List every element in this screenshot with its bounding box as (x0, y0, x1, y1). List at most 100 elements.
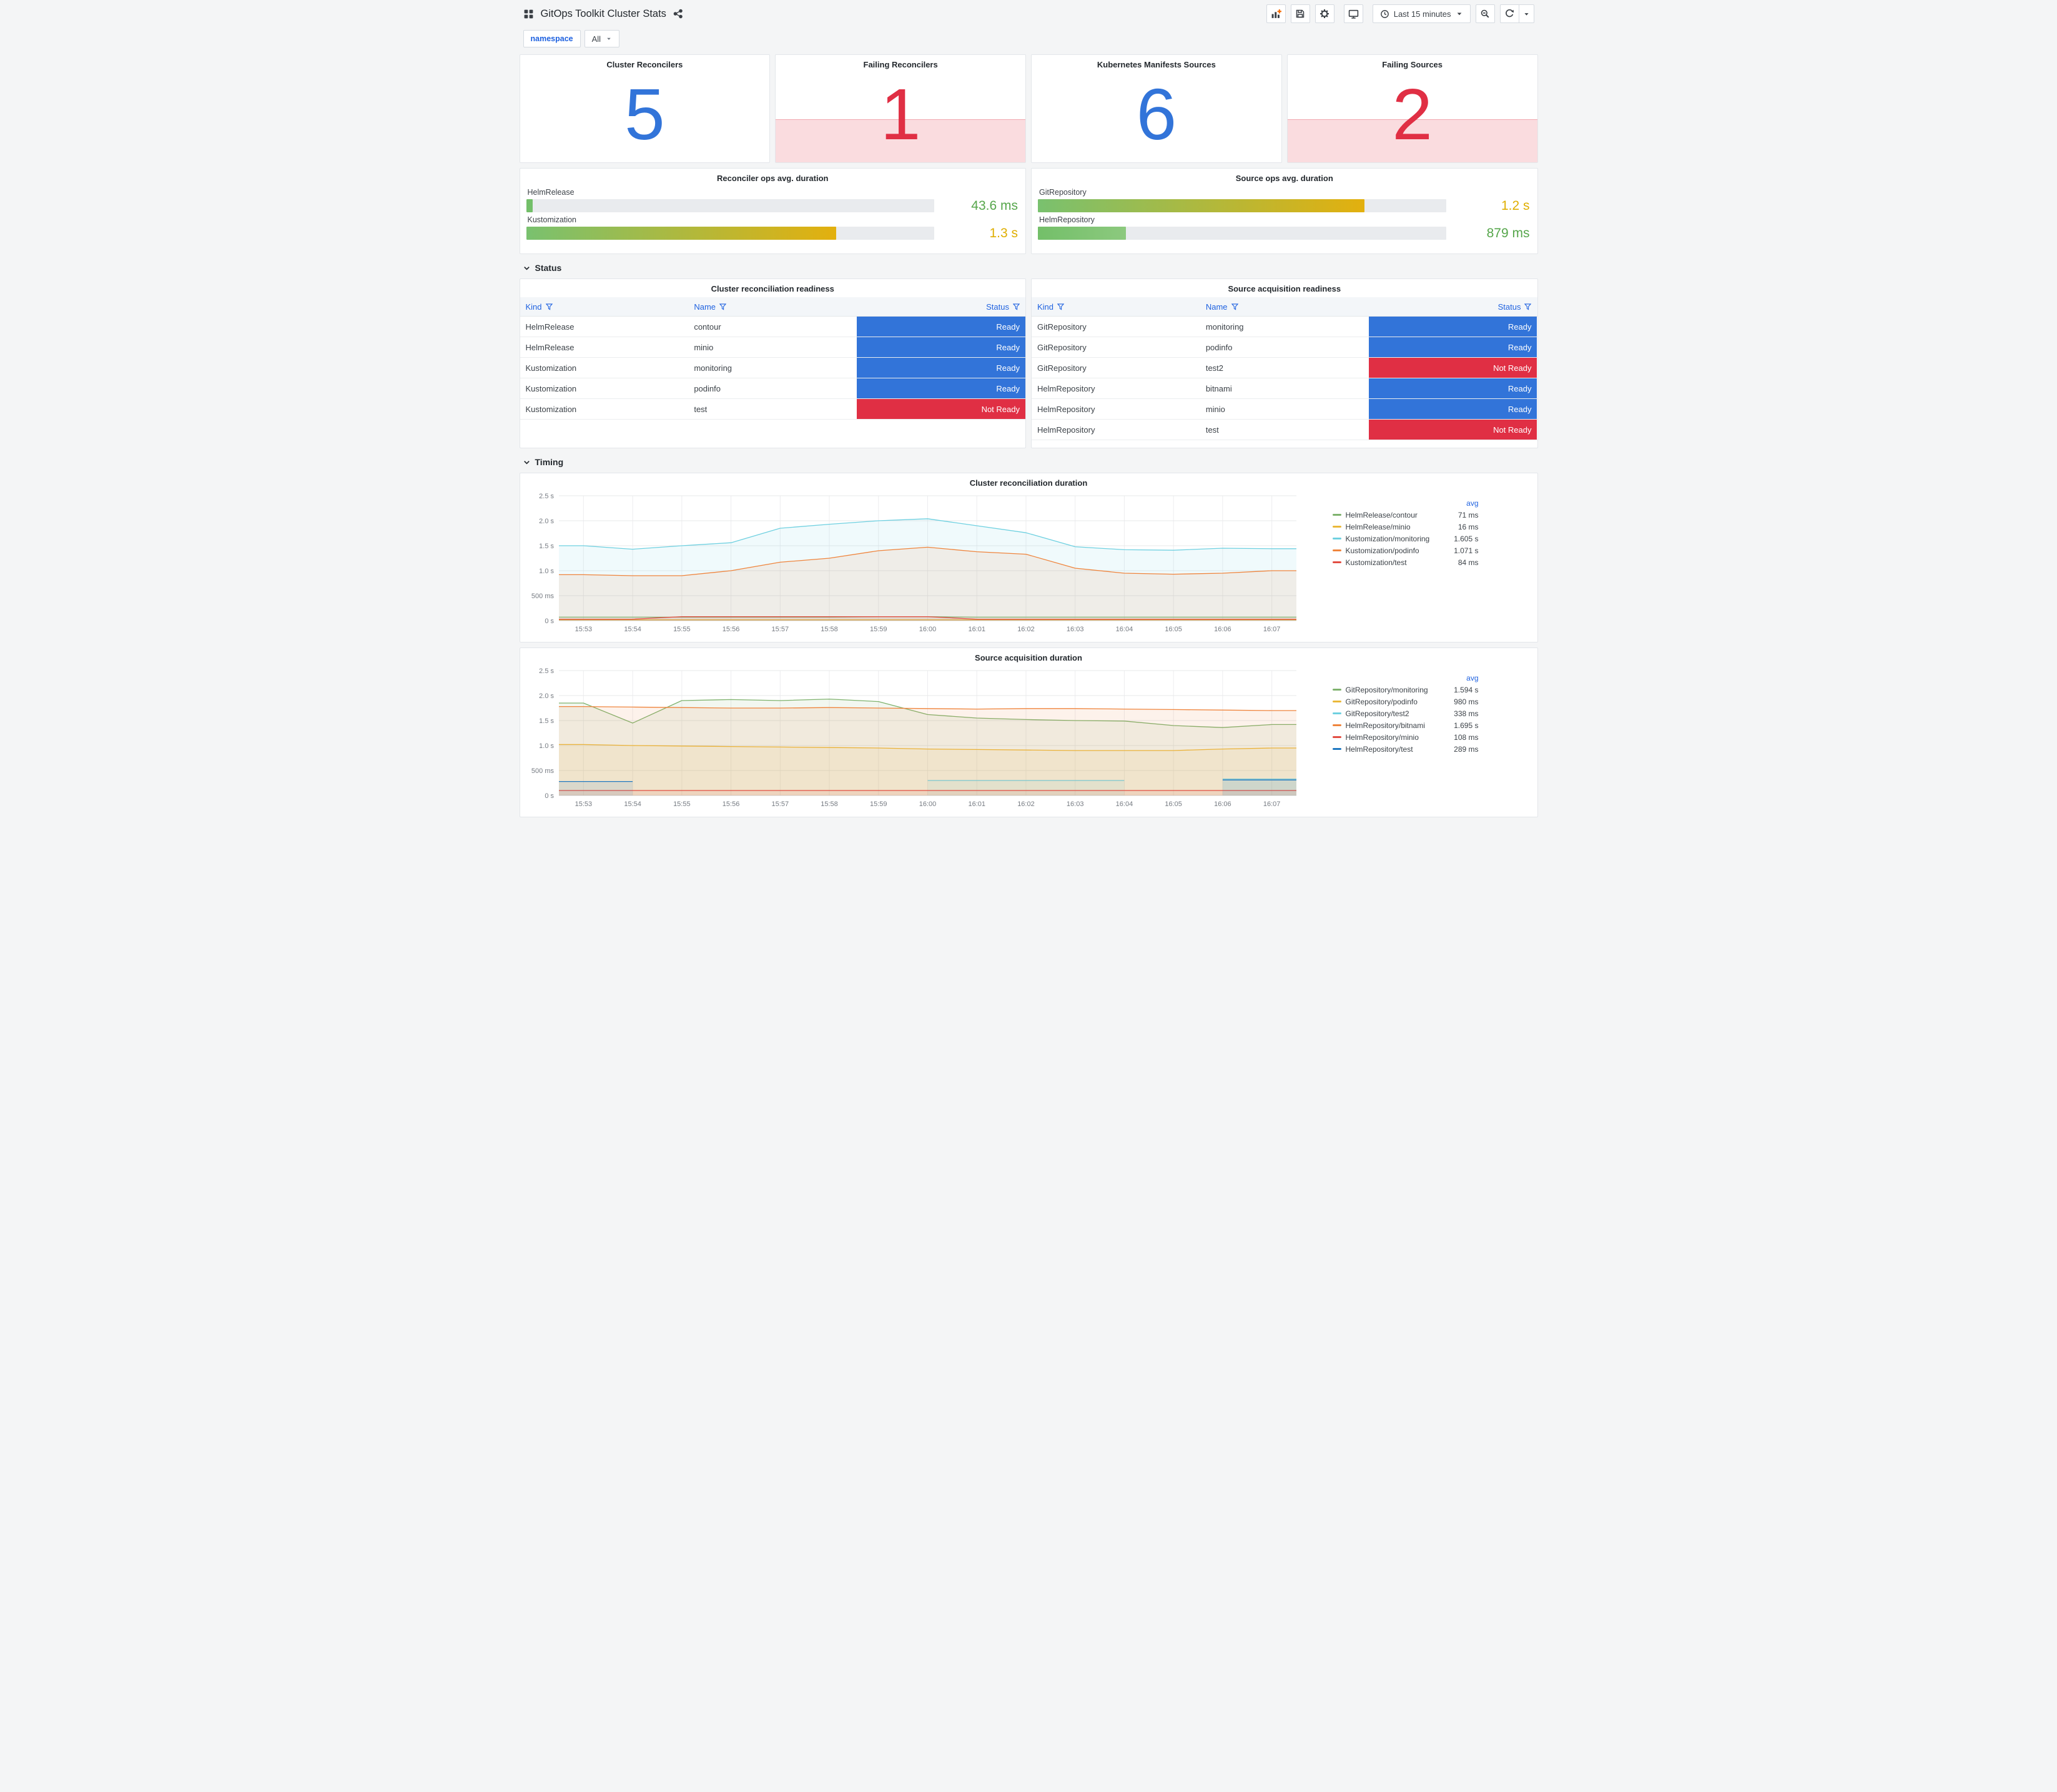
panel-title[interactable]: Reconciler ops avg. duration (526, 169, 1020, 185)
x-tick-label: 15:57 (771, 626, 789, 633)
legend-avg-value: 84 ms (1458, 558, 1479, 567)
column-header-kind[interactable]: Kind (1032, 297, 1200, 316)
legend-series-name: HelmRelease/minio (1345, 522, 1411, 531)
column-header-kind[interactable]: Kind (520, 297, 689, 316)
y-tick-label: 2.0 s (539, 518, 554, 525)
refresh-button[interactable] (1499, 4, 1519, 23)
time-range-picker[interactable]: Last 15 minutes (1372, 4, 1471, 23)
legend-avg-header[interactable]: avg (1443, 499, 1478, 508)
panel-title[interactable]: Cluster reconciliation duration (525, 473, 1532, 490)
column-header-status[interactable]: Status (857, 297, 1025, 316)
column-header-name[interactable]: Name (1200, 297, 1369, 316)
filter-icon (719, 303, 727, 310)
legend-avg-value: 1.071 s (1454, 546, 1479, 555)
legend-series-toggle[interactable]: HelmRepository/bitnami (1332, 721, 1443, 730)
panel-title[interactable]: Source ops avg. duration (1038, 169, 1531, 185)
legend-series-toggle[interactable]: GitRepository/monitoring (1332, 685, 1443, 694)
legend-avg-value: 1.695 s (1454, 721, 1479, 730)
x-tick-label: 16:01 (968, 800, 985, 808)
stat-value: 1 (880, 74, 921, 155)
add-panel-button[interactable] (1266, 4, 1286, 23)
cell-name: podinfo (694, 383, 721, 393)
add-panel-icon (1271, 9, 1281, 18)
time-series-plot[interactable]: 15:53 15:54 15:55 15:56 15:57 15:58 15:59 16:00… (525, 490, 1303, 638)
row-toggle-status[interactable]: Status (523, 263, 561, 273)
cell-name: monitoring (1205, 322, 1244, 332)
legend-series-toggle[interactable]: HelmRelease/contour (1332, 511, 1443, 519)
table-header-row: Kind Name Status (1032, 297, 1537, 317)
x-tick-label: 15:54 (624, 626, 641, 633)
panel-title[interactable]: Source acquisition duration (525, 648, 1532, 664)
legend-series-toggle[interactable]: Kustomization/monitoring (1332, 534, 1443, 543)
chevron-down-icon (523, 460, 530, 465)
y-tick-label: 2.5 s (539, 493, 554, 500)
share-icon[interactable] (673, 9, 683, 19)
status-cell: Ready (857, 317, 1025, 337)
refresh-interval-dropdown[interactable] (1519, 4, 1534, 23)
y-tick-label: 2.5 s (539, 667, 554, 675)
zoom-out-icon (1481, 9, 1489, 18)
panel-title[interactable]: Source acquisition readiness (1032, 279, 1537, 295)
dashboard-title: GitOps Toolkit Cluster Stats (540, 7, 666, 19)
panel-title[interactable]: Cluster reconciliation readiness (520, 279, 1026, 295)
legend-series-toggle[interactable]: GitRepository/podinfo (1332, 697, 1443, 706)
legend-series-name: HelmRepository/bitnami (1345, 721, 1425, 730)
x-tick-label: 16:01 (968, 626, 985, 633)
legend-header-row: avg (1333, 672, 1478, 684)
legend-series-toggle[interactable]: GitRepository/test2 (1332, 709, 1443, 718)
time-series-plot[interactable]: 15:53 15:54 15:55 15:56 15:57 15:58 15:59 16:00… (525, 664, 1303, 813)
stat-value: 5 (624, 74, 665, 155)
y-tick-label: 0 s (545, 618, 554, 625)
cell-kind: Kustomization (525, 383, 577, 393)
monitor-icon (1348, 9, 1358, 19)
legend-avg-value: 980 ms (1454, 697, 1479, 706)
status-cell: Ready (857, 358, 1025, 378)
gear-icon (1320, 9, 1329, 18)
table-row: HelmRelease minio Ready (520, 337, 1025, 358)
legend-item: HelmRelease/minio 16 ms (1332, 521, 1479, 533)
legend-series-toggle[interactable]: HelmRepository/minio (1332, 733, 1443, 742)
table-row: Kustomization podinfo Ready (520, 378, 1025, 399)
x-tick-label: 16:03 (1066, 800, 1083, 808)
x-tick-label: 16:00 (919, 800, 936, 808)
column-header-label: Status (1497, 302, 1521, 312)
legend-avg-header[interactable]: avg (1443, 674, 1478, 682)
column-header-status[interactable]: Status (1369, 297, 1537, 316)
column-header-name[interactable]: Name (688, 297, 857, 316)
gauge-panel-reconciler-ops-avg-duration: Reconciler ops avg. duration HelmRelease 4… (519, 168, 1026, 254)
legend-series-name: HelmRepository/test (1345, 744, 1413, 754)
legend-item: Kustomization/monitoring 1.605 s (1332, 533, 1479, 544)
legend-series-toggle[interactable]: Kustomization/podinfo (1332, 546, 1443, 555)
variable-value-dropdown[interactable]: All (584, 30, 620, 47)
stat-panel-failing-reconcilers: Failing Reconcilers 1 (775, 54, 1026, 163)
dashboard-variables-row: namespace All (515, 27, 1543, 54)
y-tick-label: 1.5 s (539, 543, 554, 550)
table-row: GitRepository podinfo Ready (1032, 337, 1537, 358)
legend-series-toggle[interactable]: Kustomization/test (1332, 558, 1443, 567)
table-header-row: Kind Name Status (520, 297, 1025, 317)
dashboard-settings-button[interactable] (1315, 4, 1334, 23)
gauges-row: Reconciler ops avg. duration HelmRelease 4… (519, 168, 1538, 254)
cell-kind: Kustomization (525, 363, 577, 373)
legend-series-toggle[interactable]: HelmRepository/test (1332, 744, 1443, 754)
bar-gauge-fill (526, 199, 533, 212)
save-dashboard-button[interactable] (1290, 4, 1310, 23)
x-tick-label: 16:06 (1214, 800, 1231, 808)
legend-swatch-icon (1332, 526, 1341, 528)
row-toggle-timing[interactable]: Timing (523, 457, 563, 467)
dashboards-grid-icon[interactable] (523, 9, 534, 19)
legend-swatch-icon (1332, 689, 1341, 691)
legend-series-name: GitRepository/podinfo (1345, 697, 1418, 706)
status-cell: Ready (1368, 378, 1537, 398)
bar-gauge-gitrepository: GitRepository 1.2 s (1038, 188, 1531, 212)
legend-series-toggle[interactable]: HelmRelease/minio (1332, 522, 1443, 531)
y-tick-label: 0 s (545, 792, 554, 800)
legend-series-name: GitRepository/monitoring (1345, 685, 1428, 694)
x-tick-label: 15:53 (575, 800, 592, 808)
cell-name: test2 (1205, 363, 1224, 373)
x-tick-label: 15:57 (771, 800, 789, 808)
zoom-out-button[interactable] (1475, 4, 1495, 23)
cycle-view-button[interactable] (1343, 4, 1363, 23)
legend-series-name: Kustomization/podinfo (1345, 546, 1419, 555)
stat-panel-cluster-reconcilers: Cluster Reconcilers 5 (519, 54, 771, 163)
